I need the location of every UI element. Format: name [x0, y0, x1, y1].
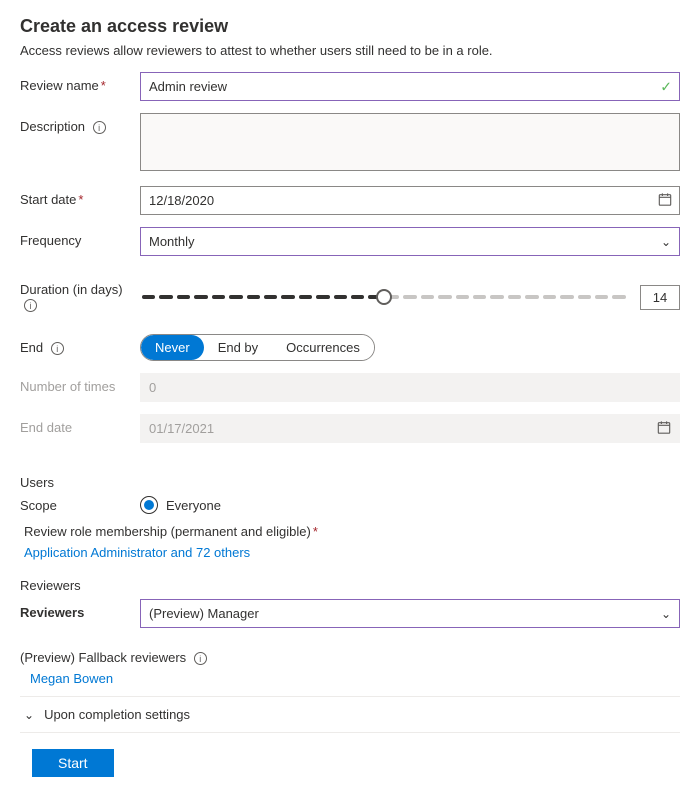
end-option-never[interactable]: Never: [141, 335, 204, 360]
start-button[interactable]: Start: [32, 749, 114, 777]
number-of-times-label: Number of times: [20, 373, 140, 394]
chevron-down-icon: ⌄: [661, 607, 671, 621]
number-of-times-field: 0: [140, 373, 680, 402]
info-icon[interactable]: i: [24, 299, 37, 312]
review-role-label: Review role membership (permanent and el…: [24, 524, 311, 539]
users-section-label: Users: [20, 475, 680, 490]
end-date-field: 01/17/2021: [140, 414, 680, 443]
duration-days-input[interactable]: 14: [640, 285, 680, 310]
duration-label: Duration (in days) i: [20, 282, 140, 312]
description-input[interactable]: [140, 113, 680, 171]
end-pillgroup: Never End by Occurrences: [140, 334, 375, 361]
calendar-icon[interactable]: [658, 192, 672, 209]
duration-slider[interactable]: [140, 287, 628, 307]
end-option-endby[interactable]: End by: [204, 335, 272, 360]
end-option-occurrences[interactable]: Occurrences: [272, 335, 374, 360]
end-label: End i: [20, 340, 140, 355]
slider-thumb[interactable]: [376, 289, 392, 305]
scope-radio-everyone-label: Everyone: [166, 498, 221, 513]
info-icon[interactable]: i: [194, 652, 207, 665]
page-subtitle: Access reviews allow reviewers to attest…: [20, 43, 680, 58]
info-icon[interactable]: i: [93, 121, 106, 134]
reviewers-select[interactable]: (Preview) Manager ⌄: [140, 599, 680, 628]
start-date-label: Start date*: [20, 186, 140, 207]
frequency-label: Frequency: [20, 227, 140, 248]
role-membership-link[interactable]: Application Administrator and 72 others: [24, 545, 680, 560]
fallback-reviewers-label: (Preview) Fallback reviewers i: [20, 650, 680, 665]
chevron-down-icon: ⌄: [661, 235, 671, 249]
upon-completion-expander[interactable]: ⌄ Upon completion settings: [20, 697, 680, 733]
review-name-label: Review name*: [20, 72, 140, 93]
description-label: Description i: [20, 113, 140, 134]
calendar-icon: [657, 420, 671, 437]
frequency-select[interactable]: Monthly ⌄: [140, 227, 680, 256]
fallback-reviewer-link[interactable]: Megan Bowen: [30, 671, 680, 686]
chevron-down-icon: ⌄: [24, 708, 34, 722]
end-date-label: End date: [20, 414, 140, 435]
info-icon[interactable]: i: [51, 342, 64, 355]
review-name-input[interactable]: [140, 72, 680, 101]
page-title: Create an access review: [20, 16, 680, 37]
reviewers-section-label: Reviewers: [20, 578, 680, 593]
start-date-input[interactable]: [140, 186, 680, 215]
scope-label: Scope: [20, 498, 140, 513]
scope-radio-everyone[interactable]: [140, 496, 158, 514]
check-icon: ✓: [660, 78, 672, 95]
reviewers-label: Reviewers: [20, 599, 140, 620]
